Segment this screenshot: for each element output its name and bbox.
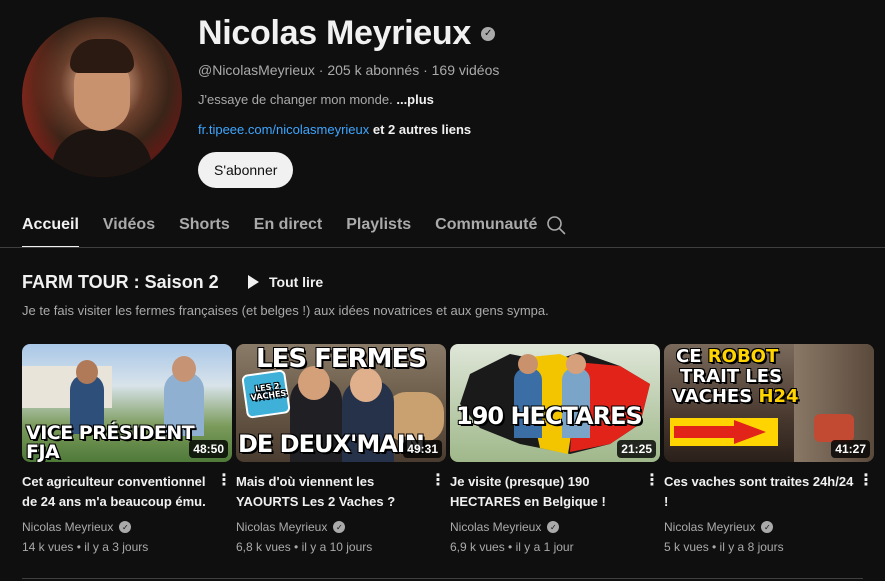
tab-playlists[interactable]: Playlists (346, 210, 411, 248)
video-channel[interactable]: Nicolas Meyrieux ✓ (450, 520, 660, 534)
subscribe-button[interactable]: S'abonner (198, 152, 294, 188)
section-divider (22, 578, 863, 579)
tabs-divider (0, 247, 885, 248)
verified-badge-icon: ✓ (547, 521, 560, 533)
video-thumbnail[interactable]: CE ROBOT TRAIT LES VACHES H24 41:27 (664, 344, 874, 462)
tab-videos[interactable]: Vidéos (103, 210, 155, 248)
channel-name-text: Nicolas Meyrieux (198, 14, 471, 52)
thumbnail-highlight: ROBOT (707, 346, 779, 367)
more-options-icon[interactable]: ⋮ (430, 470, 446, 490)
video-title[interactable]: Mais d'où viennent les YAOURTS Les 2 Vac… (236, 472, 446, 512)
thumbnail-line1-text: CE (676, 346, 708, 367)
verified-badge-icon: ✓ (761, 521, 774, 533)
video-title[interactable]: Ces vaches sont traites 24h/24 ! (664, 472, 874, 512)
video-thumbnail[interactable]: VICE PRÉSIDENT FJA 48:50 (22, 344, 232, 462)
play-all-label: Tout lire (269, 274, 324, 290)
verified-badge-icon: ✓ (119, 521, 132, 533)
search-icon[interactable] (546, 215, 566, 235)
tab-community[interactable]: Communauté (435, 210, 537, 248)
thumbnail-line3-text: VACHES (672, 386, 759, 407)
more-options-icon[interactable]: ⋮ (858, 470, 874, 490)
more-options-icon[interactable]: ⋮ (644, 470, 660, 490)
video-title[interactable]: Cet agriculteur conventionnel de 24 ans … (22, 472, 232, 512)
arrow-icon (670, 418, 778, 446)
thumbnail-line2: TRAIT LES (680, 366, 783, 387)
tipeee-link[interactable]: fr.tipeee.com/nicolasmeyrieux (198, 122, 369, 137)
video-duration: 41:27 (831, 440, 870, 458)
more-options-icon[interactable]: ⋮ (216, 470, 232, 490)
play-icon (248, 275, 259, 289)
thumbnail-line1: CE ROBOT (676, 348, 778, 366)
video-thumbnail[interactable]: LES 2 VACHES LES FERMES DE DEUX'MAIN 49:… (236, 344, 446, 462)
channel-tabs: Accueil Vidéos Shorts En direct Playlist… (22, 210, 561, 248)
video-meta: 5 k vues • il y a 8 jours (664, 540, 784, 554)
tab-accueil[interactable]: Accueil (22, 210, 79, 248)
video-channel-name[interactable]: Nicolas Meyrieux (664, 520, 755, 534)
video-thumbnail[interactable]: 190 HECTARES 21:25 (450, 344, 660, 462)
video-channel-name[interactable]: Nicolas Meyrieux (450, 520, 541, 534)
tab-shorts[interactable]: Shorts (179, 210, 230, 248)
play-all-button[interactable]: Tout lire (248, 274, 323, 290)
video-meta: 14 k vues • il y a 3 jours (22, 540, 149, 554)
video-channel[interactable]: Nicolas Meyrieux ✓ (22, 520, 232, 534)
video-channel-name[interactable]: Nicolas Meyrieux (236, 520, 327, 534)
section-title[interactable]: FARM TOUR : Saison 2 (22, 272, 219, 293)
video-duration: 49:31 (403, 440, 442, 458)
section-description: Je te fais visiter les fermes françaises… (22, 303, 549, 318)
video-duration: 48:50 (189, 440, 228, 458)
thumbnail-text-top: LES FERMES (256, 344, 427, 374)
tab-live[interactable]: En direct (254, 210, 322, 248)
verified-badge-icon: ✓ (481, 26, 495, 41)
thumbnail-text: 190 HECTARES (456, 402, 643, 430)
other-links-button[interactable]: et 2 autres liens (373, 122, 471, 137)
video-card[interactable]: CE ROBOT TRAIT LES VACHES H24 41:27 Ces … (664, 344, 874, 554)
video-card[interactable]: 190 HECTARES 21:25 Je visite (presque) 1… (450, 344, 660, 554)
video-title[interactable]: Je visite (presque) 190 HECTARES en Belg… (450, 472, 660, 512)
channel-links: fr.tipeee.com/nicolasmeyrieux et 2 autre… (198, 122, 471, 137)
thumbnail-highlight: H24 (758, 386, 799, 407)
channel-description[interactable]: J'essaye de changer mon monde. ...plus (198, 92, 434, 107)
video-channel[interactable]: Nicolas Meyrieux ✓ (236, 520, 446, 534)
video-card[interactable]: LES 2 VACHES LES FERMES DE DEUX'MAIN 49:… (236, 344, 446, 554)
video-meta: 6,8 k vues • il y a 10 jours (236, 540, 373, 554)
channel-description-text: J'essaye de changer mon monde. (198, 92, 393, 107)
channel-meta: @NicolasMeyrieux · 205 k abonnés · 169 v… (198, 62, 500, 78)
video-card[interactable]: VICE PRÉSIDENT FJA 48:50 Cet agriculteur… (22, 344, 232, 554)
video-meta: 6,9 k vues • il y a 1 jour (450, 540, 574, 554)
channel-name: Nicolas Meyrieux ✓ (198, 14, 495, 53)
video-duration: 21:25 (617, 440, 656, 458)
channel-avatar[interactable] (22, 17, 182, 177)
video-channel[interactable]: Nicolas Meyrieux ✓ (664, 520, 874, 534)
thumbnail-text-bottom: DE DEUX'MAIN (238, 430, 425, 458)
thumbnail-line3: VACHES H24 (672, 388, 799, 406)
video-channel-name[interactable]: Nicolas Meyrieux (22, 520, 113, 534)
description-more-link[interactable]: ...plus (396, 92, 434, 107)
verified-badge-icon: ✓ (333, 521, 346, 533)
